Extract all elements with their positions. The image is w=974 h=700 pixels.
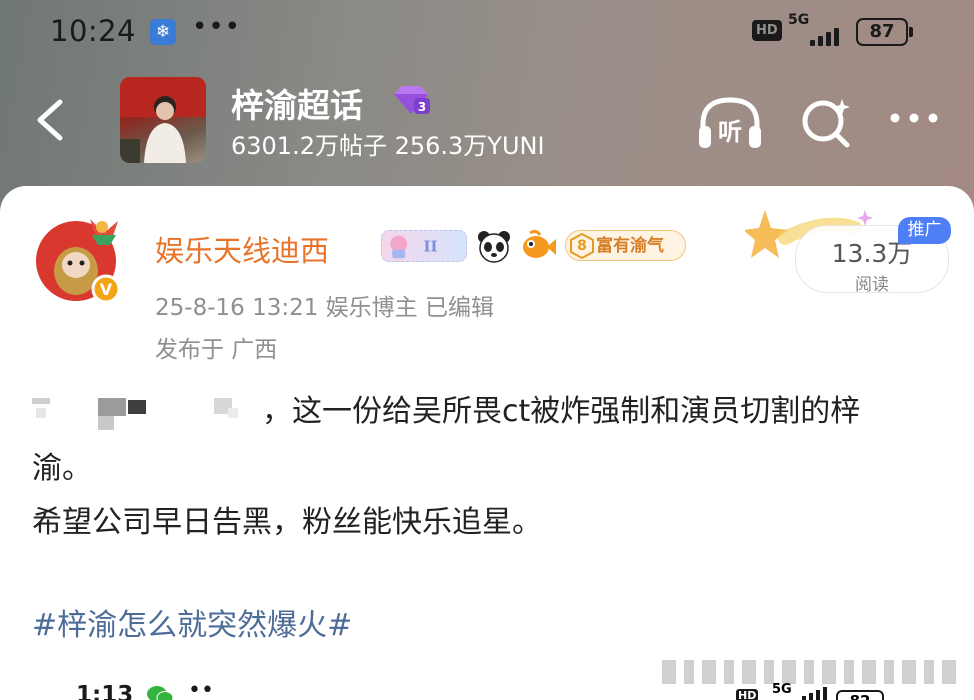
topic-title: 梓渝超话 <box>231 86 363 125</box>
author-name[interactable]: 娱乐天线迪西 <box>155 228 329 270</box>
embedded-battery: 82 <box>836 690 884 700</box>
status-bar: 10:24 ❄ ••• HD 5G 87 <box>0 0 974 64</box>
redacted-text <box>32 398 238 430</box>
embedded-hd-badge: HD <box>736 689 759 700</box>
post-body-line: 渝。 <box>32 451 92 486</box>
promo-tag: 推广 <box>898 217 951 244</box>
wechat-icon <box>147 686 174 700</box>
post-meta: 25-8-16 13:21 娱乐博主 已编辑 <box>155 295 494 321</box>
status-time: 10:24 <box>50 14 137 48</box>
signal-icon <box>788 28 844 46</box>
rich-level-number: 8 <box>577 238 587 254</box>
embedded-status-time: 1:13 <box>76 682 134 700</box>
hashtag-link[interactable]: #梓渝怎么就突然爆火# <box>32 600 352 644</box>
notification-dots: ••• <box>192 12 242 42</box>
verified-icon: V <box>100 280 113 299</box>
author-avatar[interactable]: V <box>32 213 124 305</box>
post-body-line: 希望公司早日告黑，粉丝能快乐追星。 <box>32 505 542 540</box>
rich-level-badge: 8 富有渝气 <box>565 230 686 261</box>
gemini-constellation-badge: II <box>381 230 467 262</box>
network-label: 5G <box>788 12 810 28</box>
search-icon[interactable] <box>800 97 852 149</box>
topic-header: 10:24 ❄ ••• HD 5G 87 梓渝超话 3 6301.2万帖子 25… <box>0 0 974 215</box>
hd-badge: HD <box>752 20 782 41</box>
gemini-badge-icon: 3 <box>394 86 430 114</box>
battery-indicator: 87 <box>856 18 913 46</box>
embedded-network-label: 5G <box>772 682 792 697</box>
svg-text:II: II <box>424 238 438 256</box>
svg-text:3: 3 <box>418 100 426 114</box>
fish-icon <box>523 229 556 258</box>
topic-avatar[interactable] <box>120 77 206 163</box>
read-count-label: 阅读 <box>855 275 889 295</box>
post-location: 发布于 广西 <box>155 337 278 363</box>
panda-icon <box>478 231 510 263</box>
more-icon[interactable] <box>888 108 940 128</box>
weather-icon: ❄ <box>150 19 176 45</box>
post-body-line: ，这一份给吴所畏ct被炸强制和演员切割的梓 <box>262 394 861 429</box>
listen-icon[interactable]: 听 <box>697 94 763 152</box>
rich-level-label: 富有渝气 <box>596 236 664 256</box>
embedded-signal-icon <box>796 686 832 700</box>
embedded-dots: •• <box>188 678 214 700</box>
back-icon[interactable] <box>30 96 70 144</box>
topic-stats: 6301.2万帖子 256.3万YUNI <box>231 132 545 160</box>
embedded-image-top <box>662 660 956 684</box>
svg-text:听: 听 <box>718 118 742 146</box>
